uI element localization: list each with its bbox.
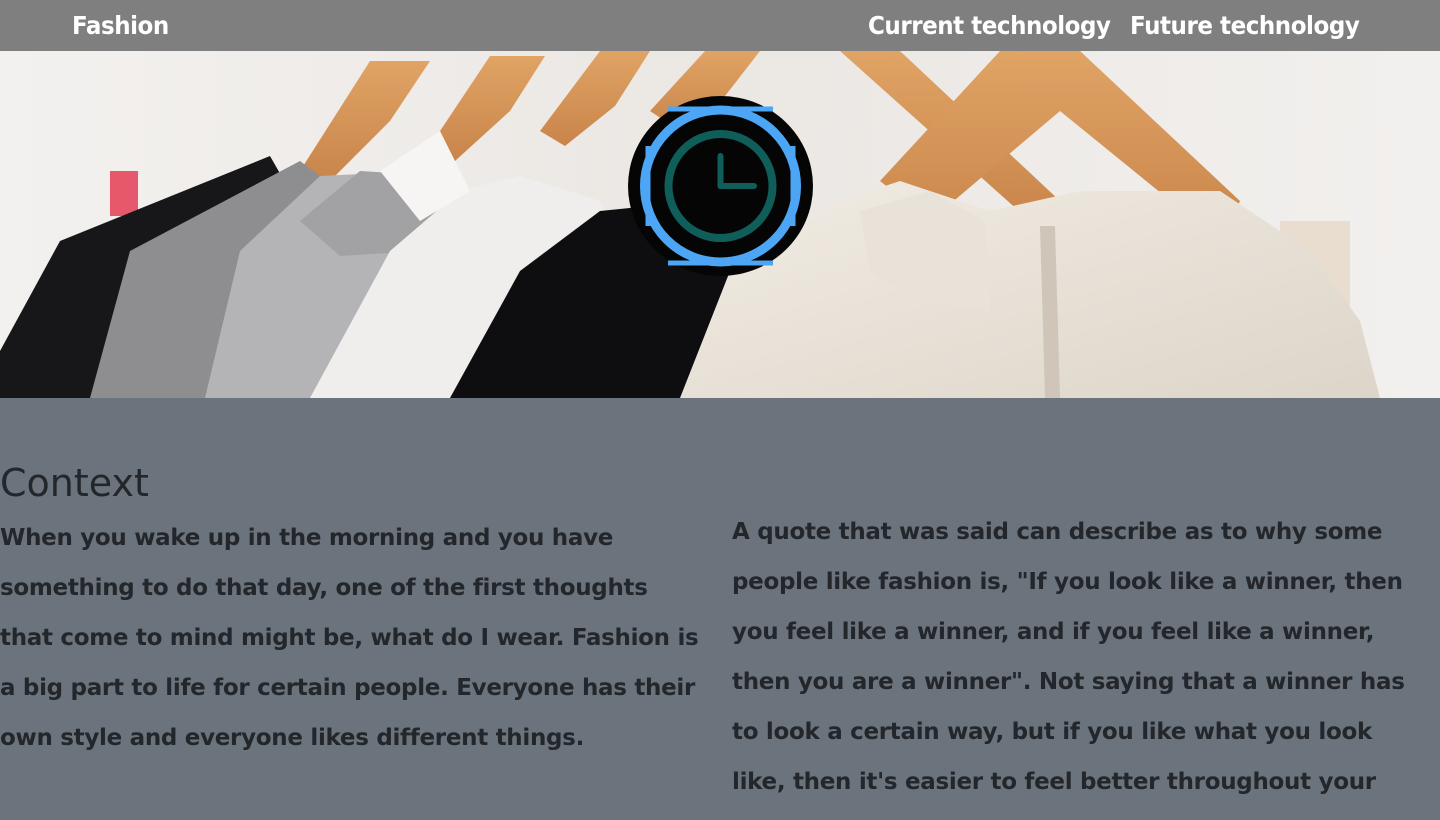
clock-icon bbox=[628, 96, 813, 276]
context-left-paragraph: When you wake up in the morning and you … bbox=[0, 525, 699, 751]
nav-link-future-technology[interactable]: Future technology bbox=[1130, 10, 1360, 42]
nav-brand-fashion[interactable]: Fashion bbox=[72, 10, 169, 42]
context-heading: Context bbox=[0, 461, 149, 505]
context-right-paragraph: A quote that was said can describe as to… bbox=[732, 519, 1405, 820]
top-navbar: Fashion Current technology Future techno… bbox=[0, 0, 1440, 51]
nav-link-current-technology[interactable]: Current technology bbox=[868, 10, 1111, 42]
hero-banner bbox=[0, 51, 1440, 398]
